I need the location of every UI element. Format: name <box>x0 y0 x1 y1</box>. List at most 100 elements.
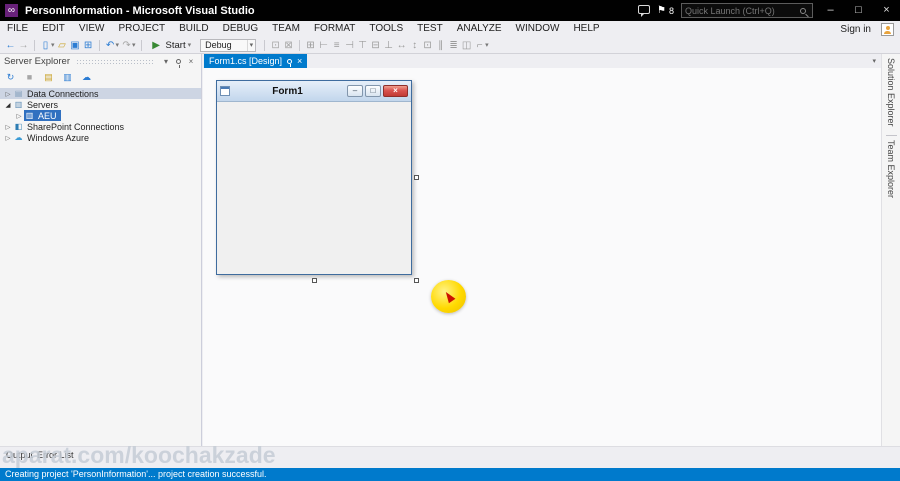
align-rights-icon[interactable]: ⊣ <box>343 38 356 53</box>
data-connections-icon: ▤ <box>14 89 23 98</box>
save-all-icon[interactable]: ⊞ <box>82 38 95 53</box>
panel-close-icon[interactable]: × <box>185 55 197 68</box>
tab-overflow-icon[interactable]: ▾ <box>872 57 881 65</box>
minimize-button[interactable]: – <box>820 3 841 19</box>
menu-test[interactable]: TEST <box>410 21 450 37</box>
tree-item-windows-azure[interactable]: ▷ ☁ Windows Azure <box>0 132 201 143</box>
refresh-icon[interactable]: ↻ <box>4 70 17 85</box>
make-same-size-icon[interactable]: ⊡ <box>421 38 434 53</box>
panel-drag-handle[interactable] <box>76 59 154 64</box>
save-icon[interactable]: ▣ <box>69 38 82 53</box>
align-to-grid-icon[interactable]: ⊞ <box>304 38 317 53</box>
menu-build[interactable]: BUILD <box>172 21 215 37</box>
make-same-height-icon[interactable]: ↕ <box>408 38 421 53</box>
start-debug-button[interactable]: ▶ Start ▾ <box>146 38 197 53</box>
tab-pin-icon[interactable] <box>287 58 293 67</box>
resize-handle-southeast[interactable] <box>414 278 419 283</box>
tab-form1-design[interactable]: Form1.cs [Design] × <box>204 54 308 68</box>
align-middles-icon[interactable]: ⊟ <box>369 38 382 53</box>
form-icon <box>220 86 230 96</box>
connect-to-azure-icon[interactable]: ☁ <box>80 70 93 85</box>
tree-item-label: AEU <box>38 110 57 121</box>
menu-window[interactable]: WINDOW <box>509 21 567 37</box>
navigate-back-icon[interactable]: ← <box>4 38 17 53</box>
designed-form-titlebar[interactable]: Form1 – □ × <box>217 81 411 102</box>
tab-solution-explorer[interactable]: Solution Explorer <box>886 58 896 127</box>
menu-debug[interactable]: DEBUG <box>216 21 266 37</box>
align-tops-icon[interactable]: ⊤ <box>356 38 369 53</box>
feedback-icon[interactable] <box>638 5 651 17</box>
toolbar-separator <box>140 39 142 51</box>
align-lefts-icon[interactable]: ⊢ <box>317 38 330 53</box>
menu-view[interactable]: VIEW <box>72 21 112 37</box>
toolbar-overflow-icon[interactable]: ▾ <box>485 41 489 49</box>
user-avatar-icon[interactable] <box>881 22 894 36</box>
panel-pin-icon[interactable] <box>176 59 181 68</box>
form-close-button[interactable]: × <box>383 85 408 97</box>
expander-icon[interactable]: ▷ <box>3 123 13 131</box>
align-centers-icon[interactable]: ≡ <box>330 38 343 53</box>
menu-tools[interactable]: TOOLS <box>362 21 410 37</box>
tree-item-servers[interactable]: ◢ ▥ Servers <box>0 99 201 110</box>
search-icon[interactable] <box>800 7 806 14</box>
resize-handle-south[interactable] <box>312 278 317 283</box>
quick-launch-input[interactable] <box>682 5 800 16</box>
server-explorer-tree: ▷ ▤ Data Connections ◢ ▥ Servers ▷ ▥ AEU… <box>0 88 201 143</box>
expander-icon[interactable]: ▷ <box>3 90 13 98</box>
make-same-width-icon[interactable]: ↔ <box>395 38 408 53</box>
sign-in-link[interactable]: Sign in <box>836 24 875 35</box>
stop-refresh-icon[interactable]: ■ <box>23 70 36 85</box>
menu-file[interactable]: FILE <box>0 21 35 37</box>
restore-button[interactable]: □ <box>848 3 869 19</box>
designed-form[interactable]: Form1 – □ × <box>216 80 412 275</box>
tab-team-explorer[interactable]: Team Explorer <box>886 140 896 198</box>
quick-launch[interactable] <box>681 3 813 18</box>
notifications-flag-icon[interactable]: ⚑ <box>657 5 666 16</box>
toolbar-separator <box>98 39 100 51</box>
expander-icon[interactable]: ◢ <box>3 101 13 109</box>
selected-tree-item[interactable]: ▥ AEU <box>24 110 61 121</box>
tab-close-icon[interactable]: × <box>297 56 302 66</box>
vertical-spacing-icon[interactable]: ≣ <box>447 38 460 53</box>
close-button[interactable]: × <box>876 3 897 19</box>
titlebar: ∞ PersonInformation - Microsoft Visual S… <box>0 0 900 21</box>
design-surface[interactable]: Form1 – □ × <box>203 68 881 446</box>
navigate-forward-icon[interactable]: → <box>17 38 30 53</box>
form-maximize-button[interactable]: □ <box>365 85 381 97</box>
menu-help[interactable]: HELP <box>566 21 606 37</box>
panel-options-icon[interactable]: ▾ <box>160 55 172 68</box>
open-file-icon[interactable]: ▱ <box>56 38 69 53</box>
tree-item-sharepoint-connections[interactable]: ▷ ◧ SharePoint Connections <box>0 121 201 132</box>
align-bottoms-icon[interactable]: ⊥ <box>382 38 395 53</box>
server-explorer-header[interactable]: Server Explorer ▾ × <box>0 54 201 69</box>
center-horizontally-icon[interactable]: ◫ <box>460 38 473 53</box>
combo-caret-icon[interactable]: ▾ <box>246 39 256 51</box>
redo-dropdown-icon[interactable]: ▾ <box>132 41 136 49</box>
attach-process-icon[interactable]: ⊡ <box>269 38 282 53</box>
undo-dropdown-icon[interactable]: ▾ <box>116 41 120 49</box>
tree-item-data-connections[interactable]: ▷ ▤ Data Connections <box>0 88 201 99</box>
tree-item-aeu[interactable]: ▷ ▥ AEU <box>0 110 201 121</box>
solution-configuration-combo[interactable]: Debug ▾ <box>200 38 257 52</box>
horizontal-spacing-icon[interactable]: ∥ <box>434 38 447 53</box>
menu-edit[interactable]: EDIT <box>35 21 72 37</box>
resize-handle-east[interactable] <box>414 175 419 180</box>
expander-icon[interactable]: ▷ <box>3 134 13 142</box>
menu-project[interactable]: PROJECT <box>111 21 172 37</box>
form-minimize-button[interactable]: – <box>347 85 363 97</box>
connect-to-server-icon[interactable]: ▥ <box>61 70 74 85</box>
tree-item-label: Windows Azure <box>27 132 90 143</box>
find-in-files-icon[interactable]: ⊠ <box>282 38 295 53</box>
expander-icon[interactable]: ▷ <box>14 112 24 120</box>
server-explorer-toolbar: ↻ ■ ▤ ▥ ☁ <box>0 69 201 85</box>
tab-error-list[interactable]: Error List <box>37 450 74 460</box>
window-title: PersonInformation - Microsoft Visual Stu… <box>25 4 255 17</box>
connect-to-database-icon[interactable]: ▤ <box>42 70 55 85</box>
menu-team[interactable]: TEAM <box>265 21 307 37</box>
statusbar: Creating project 'PersonInformation'... … <box>0 468 900 481</box>
menu-analyze[interactable]: ANALYZE <box>450 21 509 37</box>
menu-format[interactable]: FORMAT <box>307 21 362 37</box>
tab-output[interactable]: Output <box>6 450 33 460</box>
new-file-dropdown-icon[interactable]: ▾ <box>51 41 55 49</box>
configuration-value: Debug <box>205 40 232 50</box>
